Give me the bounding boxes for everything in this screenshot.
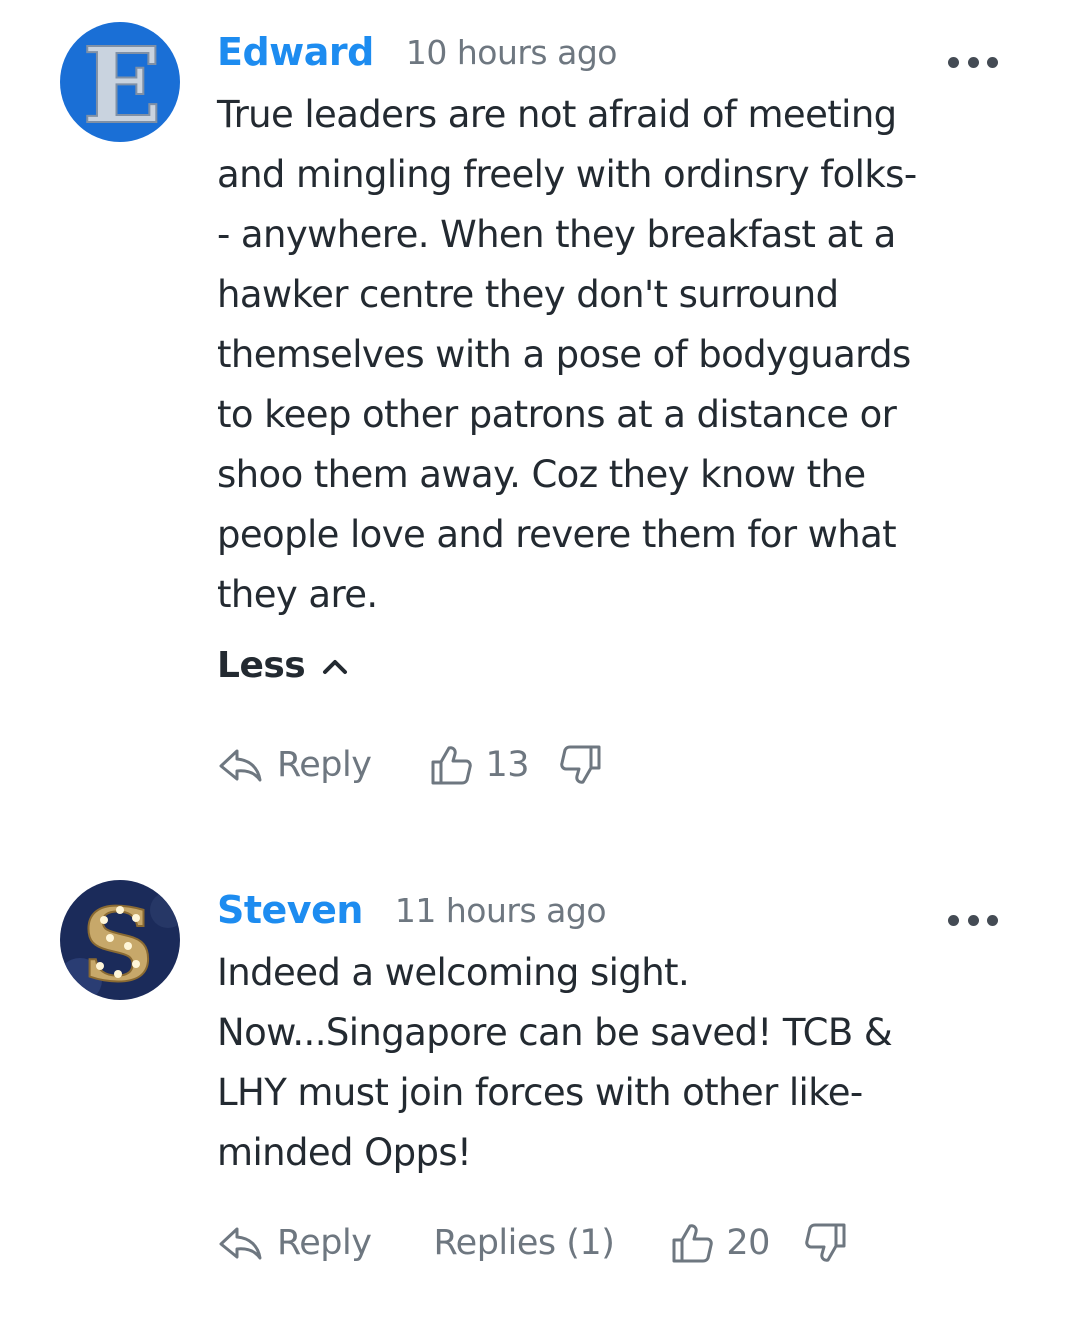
comment-line: they are. [217,573,378,616]
avatar-edward[interactable]: E [60,22,180,142]
comment-line: True leaders are not afraid of meeting [217,93,897,136]
comment-line: LHY must join forces with other like- [217,1071,863,1114]
author-name[interactable]: Edward [217,30,374,74]
reply-label: Reply [277,1223,372,1263]
avatar-steven-image: S I [60,880,180,1000]
more-options-icon[interactable] [948,910,998,930]
dot [967,914,979,926]
dot [948,56,959,68]
dot [948,914,959,926]
comment-line: themselves with a pose of bodyguards [217,333,911,376]
reply-arrow-icon [219,749,262,782]
comment-header: Edward 10 hours ago [217,22,617,82]
comment-line: and mingling freely with ordinsry folks- [217,153,917,196]
author-name[interactable]: Steven [217,888,363,932]
avatar-steven[interactable]: S I [60,880,180,1000]
timestamp: 10 hours ago [405,32,618,72]
comment-actions: Reply 13 [217,740,603,790]
comment-line: minded Opps! [217,1131,472,1174]
avatar-steven-letter: S [82,886,154,1000]
comment-body: True leaders are not afraid of meeting a… [217,85,1017,625]
replies-label: Replies (1) [433,1223,615,1263]
reply-label: Reply [277,745,372,785]
thumbs-down-icon [805,1223,846,1262]
like-button[interactable]: 20 [670,1221,770,1265]
like-button[interactable]: 13 [429,743,529,787]
reply-arrow-icon [219,1227,262,1260]
avatar-edward-image: E [60,22,180,142]
more-options-icon[interactable] [948,52,998,72]
comment-header: Steven 11 hours ago [217,880,607,940]
thumbs-up-icon [672,1224,714,1263]
comment-steven: S I Steven 11 hours ago Indeed a welcomi… [0,860,1080,1320]
comment-line: Now...Singapore can be saved! TCB & [217,1011,893,1054]
reply-button[interactable]: Reply [217,1223,372,1263]
comment-line: shoo them away. Coz they know the [217,453,866,496]
like-count: 20 [726,1223,770,1263]
comment-line: hawker centre they don't surround [217,273,839,316]
timestamp: 11 hours ago [394,890,607,930]
dislike-button[interactable] [804,1221,848,1265]
chevron-up-icon [323,659,348,674]
comment-actions: Reply Replies (1) 20 [217,1218,848,1268]
comment-edward: E Edward 10 hours ago True leaders are n… [0,0,1080,820]
dot [967,56,979,68]
thumbs-down-icon [560,745,601,784]
thumbs-up-icon [431,746,473,785]
comment-body: Indeed a welcoming sight. Now...Singapor… [217,943,1017,1183]
replies-button[interactable]: Replies (1) [433,1223,614,1263]
dislike-button[interactable] [559,743,603,787]
less-label: Less [217,645,306,686]
dot [987,914,998,926]
dot [987,56,998,68]
comment-line: Indeed a welcoming sight. [217,951,690,994]
comment-line: to keep other patrons at a distance or [217,393,897,436]
like-count: 13 [485,745,529,785]
comment-line: - anywhere. When they breakfast at a [217,213,896,256]
reply-button[interactable]: Reply [217,745,372,785]
comment-line: people love and revere them for what [217,513,897,556]
avatar-edward-letter: E [82,24,161,142]
less-button[interactable]: Less [217,645,349,686]
